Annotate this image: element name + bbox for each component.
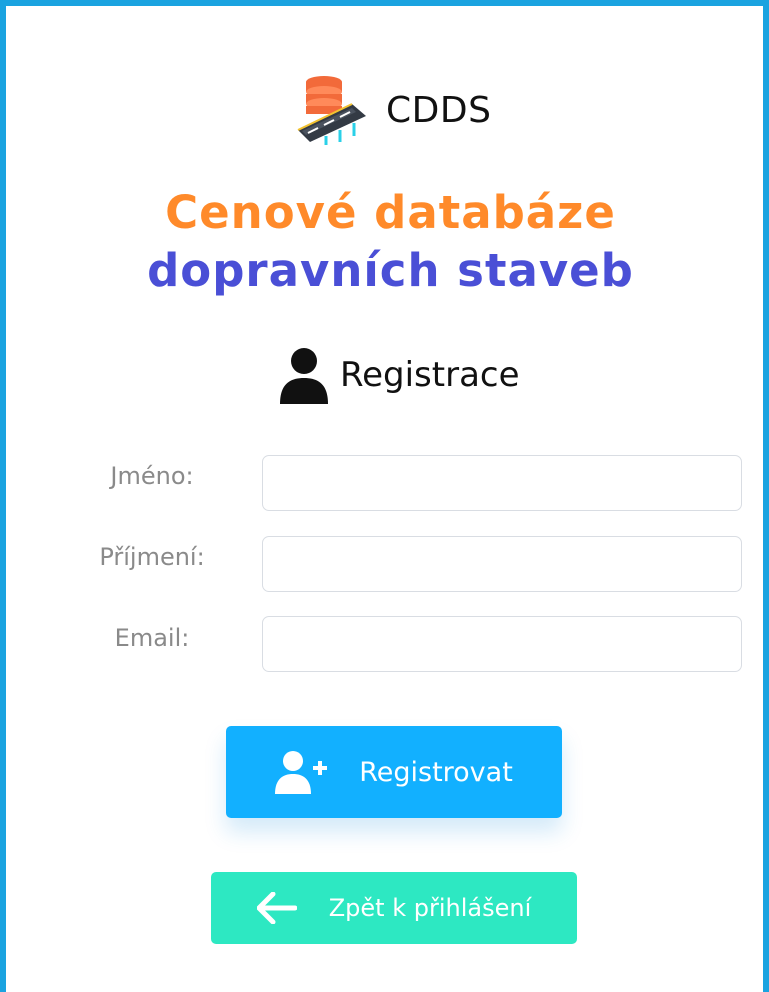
section-title: Registrace [278, 346, 520, 404]
back-to-login-button[interactable]: Zpět k přihlášení [211, 872, 577, 944]
last-name-field[interactable] [262, 536, 742, 592]
first-name-label: Jméno: [110, 462, 194, 490]
database-road-bridge-icon [297, 76, 366, 145]
brand-name: CDDS [386, 89, 492, 131]
arrow-left-icon [256, 892, 297, 924]
brand: CDDS [296, 74, 491, 146]
last-name-label: Příjmení: [99, 543, 205, 571]
user-icon [280, 348, 328, 404]
headline-line-1: Cenové databáze [165, 186, 616, 239]
register-button-label: Registrovat [359, 756, 513, 788]
back-to-login-label: Zpět k přihlášení [328, 894, 532, 922]
first-name-field[interactable] [262, 455, 742, 511]
register-button[interactable]: Registrovat [226, 726, 562, 818]
section-title-label: Registrace [340, 355, 520, 395]
email-field[interactable] [262, 616, 742, 672]
user-plus-icon [275, 751, 328, 794]
page-frame: CDDS Cenové databáze dopravních staveb R… [0, 0, 769, 992]
headline-line-2: dopravních staveb [147, 244, 634, 297]
email-label: Email: [114, 624, 190, 652]
